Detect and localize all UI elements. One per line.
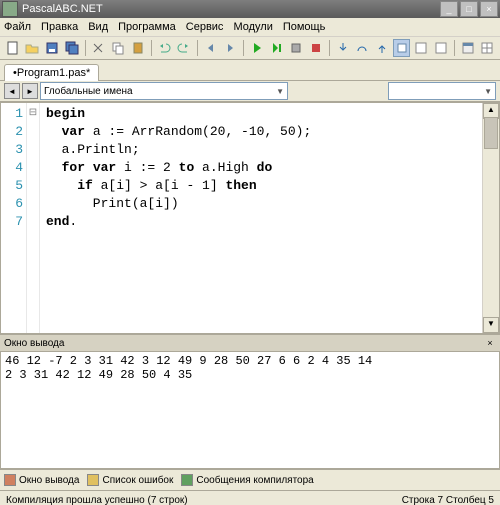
minimize-button[interactable]: _ [440,1,458,17]
app-icon [2,1,18,17]
vertical-scrollbar[interactable]: ▲ ▼ [482,103,499,333]
tab-errors[interactable]: Список ошибок [87,474,173,486]
errors-icon [87,474,99,486]
output-panel[interactable]: 46 12 -7 2 3 31 42 3 12 49 9 28 50 27 6 … [0,352,500,469]
nav-fwd-button[interactable]: ► [22,83,38,99]
step-into-icon[interactable] [334,39,352,57]
form-icon[interactable] [459,39,477,57]
run2-icon[interactable] [268,39,286,57]
new-file-icon[interactable] [4,39,22,57]
output-title-label: Окно вывода [4,338,64,349]
tool2-icon[interactable] [432,39,450,57]
menu-bar: Файл Правка Вид Программа Сервис Модули … [0,18,500,37]
line-gutter: 1234567 [1,103,27,333]
status-bar: Компиляция прошла успешно (7 строк) Стро… [0,490,500,505]
menu-edit[interactable]: Правка [41,21,78,33]
save-icon[interactable] [43,39,61,57]
code-editor[interactable]: 1234567 ⊟ begin var a := ArrRandom(20, -… [0,102,500,334]
menu-help[interactable]: Помощь [283,21,326,33]
compiler-icon [181,474,193,486]
open-file-icon[interactable] [24,39,42,57]
nav-bar: ◄ ► Глобальные имена ▼ ▼ [0,81,500,102]
title-bar: PascalABC.NET _ □ × [0,0,500,18]
file-tab[interactable]: •Program1.pas* [4,64,99,81]
step-over-icon[interactable] [353,39,371,57]
menu-program[interactable]: Программа [118,21,176,33]
separator [197,40,198,56]
status-left: Компиляция прошла успешно (7 строк) [6,495,188,505]
separator [329,40,330,56]
save-all-icon[interactable] [63,39,81,57]
tab-bar: •Program1.pas* [0,60,500,81]
redo-icon[interactable] [175,39,193,57]
separator [85,40,86,56]
fold-gutter[interactable]: ⊟ [27,103,40,333]
menu-file[interactable]: Файл [4,21,31,33]
stop-icon[interactable] [307,39,325,57]
close-button[interactable]: × [480,1,498,17]
bottom-tab-bar: Окно вывода Список ошибок Сообщения комп… [0,469,500,490]
scope-label: Глобальные имена [44,86,133,97]
tool-icon[interactable] [412,39,430,57]
status-right: Строка 7 Столбец 5 [402,495,494,505]
menu-modules[interactable]: Модули [233,21,272,33]
output-icon [4,474,16,486]
output-close-button[interactable]: × [484,337,496,349]
separator [454,40,455,56]
app-title: PascalABC.NET [22,3,103,15]
separator [243,40,244,56]
member-combobox[interactable]: ▼ [388,82,496,100]
menu-service[interactable]: Сервис [186,21,224,33]
compile-icon[interactable] [287,39,305,57]
chevron-down-icon: ▼ [484,87,492,96]
cut-icon[interactable] [90,39,108,57]
code-area[interactable]: begin var a := ArrRandom(20, -10, 50); a… [40,103,482,333]
undo-icon[interactable] [156,39,174,57]
chevron-down-icon: ▼ [276,87,284,96]
separator [151,40,152,56]
nav-back-icon[interactable] [202,39,220,57]
copy-icon[interactable] [109,39,127,57]
menu-view[interactable]: Вид [88,21,108,33]
table-icon[interactable] [478,39,496,57]
tab-compiler[interactable]: Сообщения компилятора [181,474,313,486]
scroll-thumb[interactable] [484,117,498,149]
maximize-button[interactable]: □ [460,1,478,17]
toolbar [0,37,500,60]
output-panel-header: Окно вывода × [0,334,500,352]
step-out-icon[interactable] [373,39,391,57]
scroll-down-button[interactable]: ▼ [483,317,499,333]
nav-fwd-icon[interactable] [222,39,240,57]
nav-back-button[interactable]: ◄ [4,83,20,99]
tab-output[interactable]: Окно вывода [4,474,79,486]
run-icon[interactable] [248,39,266,57]
breakpoint-icon[interactable] [393,39,411,57]
paste-icon[interactable] [129,39,147,57]
scope-combobox[interactable]: Глобальные имена ▼ [40,82,288,100]
